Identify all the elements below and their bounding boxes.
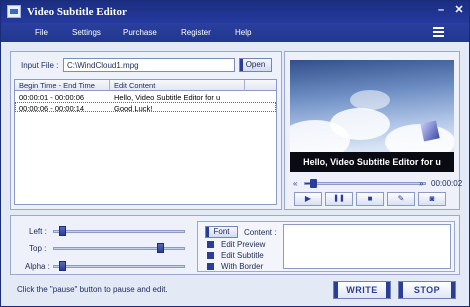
- subtitle-table[interactable]: Begin Time - End Time Edit Content 00:00…: [14, 79, 277, 205]
- content-label: Content :: [244, 228, 277, 237]
- write-button-label: WRITE: [346, 285, 378, 295]
- table-header: Begin Time - End Time Edit Content: [15, 80, 276, 91]
- minimize-button[interactable]: –: [435, 5, 447, 17]
- close-button[interactable]: ✕: [453, 5, 465, 17]
- forward-icon[interactable]: »: [419, 179, 429, 188]
- top-label: Top :: [29, 244, 47, 253]
- menu-bar: File Settings Purchase Register Help: [1, 23, 469, 42]
- left-slider-thumb[interactable]: [58, 226, 66, 236]
- alpha-slider-thumb[interactable]: [58, 261, 66, 271]
- button-accent: [240, 59, 243, 71]
- video-cube-image: [420, 120, 440, 142]
- edit-subtitle-checkbox[interactable]: [207, 252, 214, 259]
- button-accent: [451, 282, 455, 298]
- edit-preview-checkbox[interactable]: [207, 241, 214, 248]
- stop-write-button[interactable]: STOP: [398, 281, 456, 299]
- row-content: Hello, Video Subtitle Editor for u: [114, 93, 221, 102]
- button-accent: [386, 282, 390, 298]
- column-header-content[interactable]: Edit Content: [114, 81, 155, 90]
- alpha-slider[interactable]: [53, 261, 185, 271]
- video-subtitle-text: Hello, Video Subtitle Editor for u: [290, 152, 454, 172]
- open-button-label: Open: [245, 60, 266, 69]
- table-row[interactable]: 00:00:01 - 00:00:06 Hello, Video Subtitl…: [15, 92, 276, 102]
- top-slider-thumb[interactable]: [157, 243, 165, 253]
- edit-button[interactable]: ✎: [387, 192, 415, 206]
- alpha-label: Alpha :: [25, 262, 50, 271]
- app-logo-icon: [7, 5, 21, 18]
- play-button[interactable]: ▶: [294, 192, 322, 206]
- write-button[interactable]: WRITE: [333, 281, 391, 299]
- window-title: Video Subtitle Editor: [27, 6, 127, 18]
- menu-settings[interactable]: Settings: [72, 28, 101, 37]
- seek-thumb[interactable]: [309, 179, 317, 188]
- status-message: Click the "pause" button to pause and ed…: [17, 285, 168, 294]
- input-file-field[interactable]: C:\WindCloud1.mpg: [63, 58, 235, 72]
- edit-preview-label: Edit Preview: [221, 240, 266, 249]
- menu-register[interactable]: Register: [181, 28, 211, 37]
- hamburger-menu-icon[interactable]: [433, 27, 444, 37]
- font-button-label: Font: [213, 227, 230, 236]
- column-divider: [244, 80, 245, 91]
- with-border-label: With Border: [221, 262, 264, 271]
- button-accent: [206, 227, 209, 237]
- content-text-area[interactable]: [283, 224, 451, 269]
- menu-help[interactable]: Help: [235, 28, 251, 37]
- title-bar: Video Subtitle Editor – ✕: [1, 1, 469, 23]
- top-slider[interactable]: [53, 243, 185, 253]
- edit-subtitle-label: Edit Subtitle: [221, 251, 264, 260]
- menu-purchase[interactable]: Purchase: [123, 28, 157, 37]
- row-time: 00:00:01 - 00:00:06: [19, 93, 85, 102]
- button-accent: [399, 282, 403, 298]
- left-label: Left :: [29, 227, 47, 236]
- row-content: Good Luck!: [114, 104, 153, 113]
- menu-file[interactable]: File: [35, 28, 48, 37]
- stop-button[interactable]: ■: [356, 192, 384, 206]
- open-button[interactable]: Open: [239, 58, 272, 72]
- seek-bar[interactable]: [304, 179, 426, 188]
- left-slider[interactable]: [53, 226, 185, 236]
- stop-button-label: STOP: [413, 285, 441, 295]
- input-file-label: Input File :: [21, 61, 59, 70]
- font-button[interactable]: Font: [205, 226, 238, 238]
- video-preview[interactable]: Hello, Video Subtitle Editor for u: [290, 60, 454, 172]
- row-time: 00:00:06 - 00:00:14: [19, 104, 85, 113]
- table-row[interactable]: 00:00:06 - 00:00:14 Good Luck!: [15, 102, 276, 113]
- button-accent: [334, 282, 338, 298]
- playback-time: 00:00:02: [431, 179, 463, 188]
- column-divider: [109, 80, 110, 91]
- column-header-time[interactable]: Begin Time - End Time: [19, 81, 95, 90]
- app-window: Video Subtitle Editor – ✕ File Settings …: [0, 0, 470, 307]
- pause-button[interactable]: ❚❚: [325, 192, 353, 206]
- rewind-icon[interactable]: «: [293, 179, 303, 188]
- snapshot-button[interactable]: ◙: [418, 192, 446, 206]
- with-border-checkbox[interactable]: [207, 263, 214, 270]
